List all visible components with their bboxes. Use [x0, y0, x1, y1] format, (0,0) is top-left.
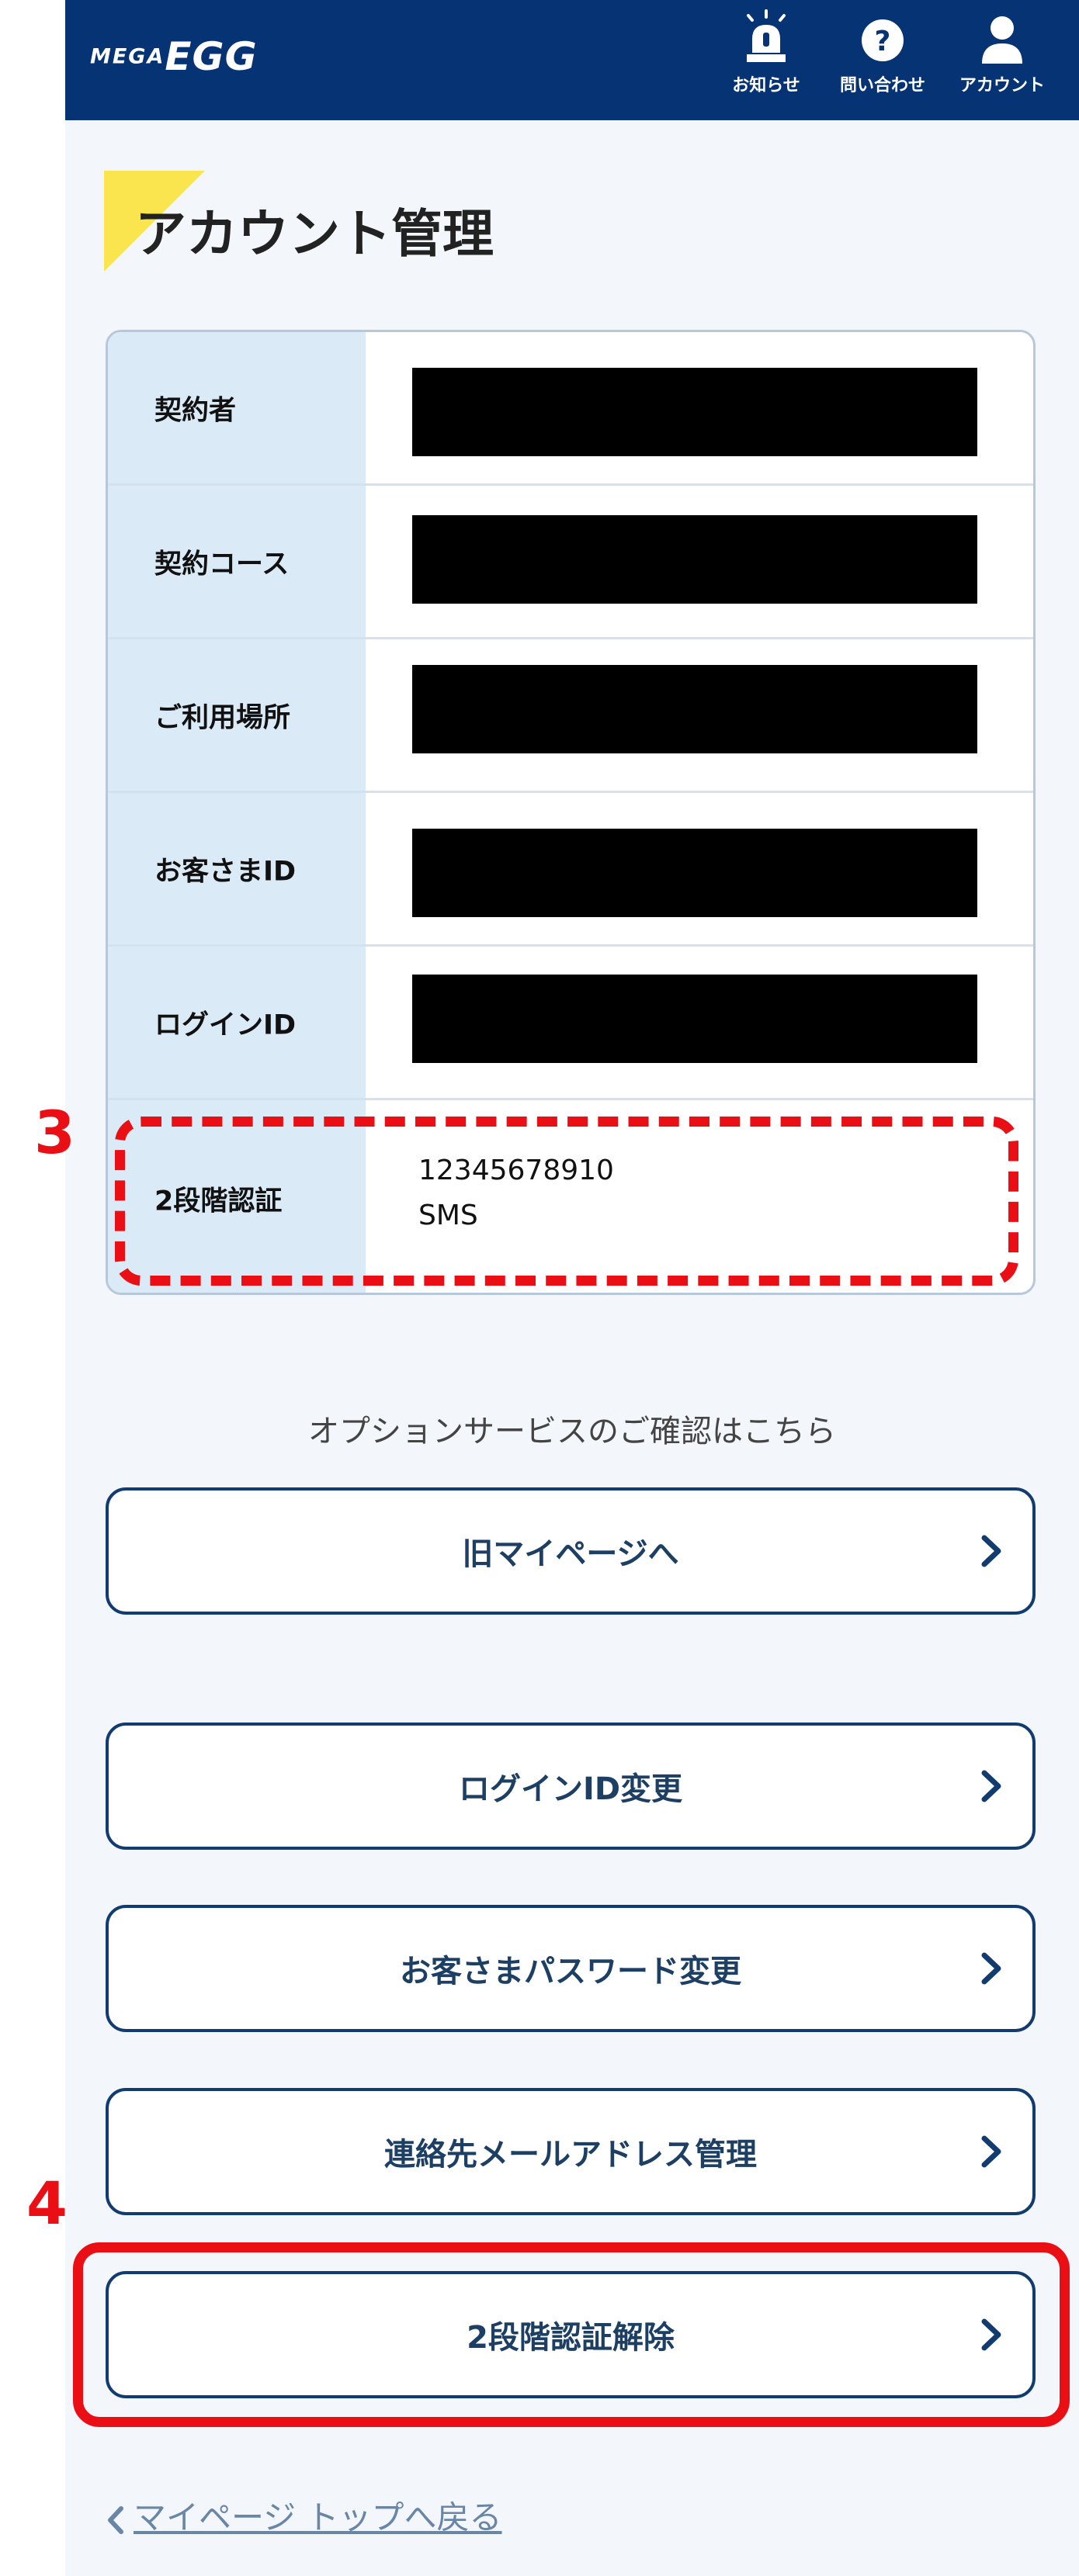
chevron-right-icon	[981, 2135, 1001, 2168]
redacted-value	[412, 368, 977, 456]
annotation-number-4: 4	[26, 2169, 68, 2238]
row-header: 契約コース	[108, 486, 366, 637]
account-button[interactable]: アカウント	[952, 9, 1053, 106]
row-value	[366, 947, 1033, 1098]
notices-label: お知らせ	[732, 76, 800, 95]
row-header: 契約者	[108, 332, 366, 483]
chevron-right-icon	[981, 1770, 1001, 1802]
password-change-button[interactable]: お客さまパスワード変更	[106, 1905, 1036, 2032]
alarm-light-icon	[716, 9, 817, 67]
row-value	[366, 332, 1033, 483]
header-bar: MEGAEGG お知らせ ? 問い合わせ アカウント	[65, 0, 1079, 120]
contact-label: 問い合わせ	[839, 76, 925, 95]
redacted-value	[412, 829, 977, 917]
annotation-number-3: 3	[34, 1098, 75, 1167]
button-label: ログインID変更	[458, 1771, 683, 1807]
row-label: 契約コース	[154, 549, 290, 580]
main-content: アカウント管理 契約者 契約コース ご利用場所 お客さまID ログインID 2段…	[26, 120, 1079, 2576]
row-customer-id: お客さまID	[108, 793, 1033, 947]
back-link-label: マイページ トップへ戻る	[134, 2498, 502, 2536]
contact-button[interactable]: ? 問い合わせ	[832, 9, 933, 106]
row-value	[366, 639, 1033, 791]
row-value	[366, 486, 1033, 637]
redacted-value	[412, 975, 977, 1063]
redacted-value	[412, 665, 977, 753]
svg-text:?: ?	[875, 26, 891, 57]
row-header: ご利用場所	[108, 639, 366, 791]
old-mypage-button[interactable]: 旧マイページへ	[106, 1487, 1036, 1615]
options-caption: オプションサービスのご確認はこちら	[308, 1414, 836, 1449]
button-label: 旧マイページへ	[462, 1536, 679, 1572]
person-icon	[952, 9, 1053, 67]
row-header: お客さまID	[108, 793, 366, 944]
back-to-mypage-top-link[interactable]: マイページ トップへ戻る	[104, 2491, 502, 2539]
row-label: ログインID	[154, 1009, 297, 1040]
chevron-right-icon	[981, 1952, 1001, 1985]
question-icon: ?	[832, 9, 933, 67]
row-header: ログインID	[108, 947, 366, 1098]
megaegg-logo[interactable]: MEGAEGG	[90, 34, 258, 79]
chevron-left-icon	[108, 2505, 123, 2534]
row-contractor: 契約者	[108, 332, 1033, 486]
annotation-box-3	[115, 1117, 1018, 1286]
row-service-location: ご利用場所	[108, 639, 1033, 793]
redacted-value	[412, 515, 977, 604]
button-label: 連絡先メールアドレス管理	[384, 2137, 757, 2173]
page-title: アカウント管理	[135, 204, 494, 264]
chevron-right-icon	[981, 1535, 1001, 1567]
row-login-id: ログインID	[108, 947, 1033, 1100]
annotation-box-4	[73, 2242, 1070, 2427]
login-id-change-button[interactable]: ログインID変更	[106, 1723, 1036, 1850]
row-label: お客さまID	[154, 856, 297, 887]
notices-button[interactable]: お知らせ	[716, 9, 817, 106]
row-label: ご利用場所	[154, 702, 291, 733]
row-contract-course: 契約コース	[108, 486, 1033, 639]
button-label: お客さまパスワード変更	[400, 1954, 741, 1989]
row-value	[366, 793, 1033, 944]
email-manage-button[interactable]: 連絡先メールアドレス管理	[106, 2088, 1036, 2215]
row-label: 契約者	[154, 395, 237, 426]
account-label: アカウント	[959, 76, 1045, 95]
